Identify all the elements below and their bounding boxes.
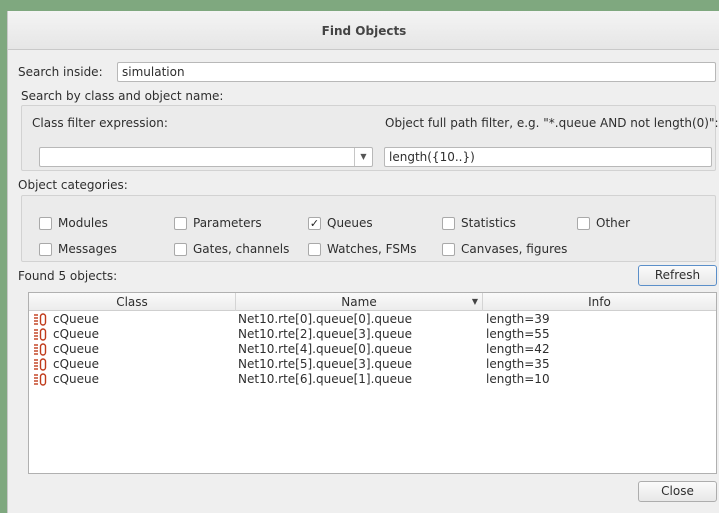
cell-class: cQueue xyxy=(53,357,100,371)
table-row[interactable]: cQueue Net10.rte[2].queue[3].queue lengt… xyxy=(29,327,716,342)
checkbox-gates-channels[interactable]: Gates, channels xyxy=(174,242,289,256)
search-inside-input[interactable]: simulation xyxy=(117,62,716,82)
checkbox-box[interactable] xyxy=(174,242,187,256)
class-filter-value[interactable] xyxy=(40,148,352,166)
cell-info: length=55 xyxy=(486,327,550,341)
search-by-label: Search by class and object name: xyxy=(21,89,224,103)
cell-info: length=35 xyxy=(486,357,550,371)
queue-icon xyxy=(34,373,47,386)
checkbox-label: Parameters xyxy=(193,216,262,230)
class-filter-combo[interactable]: ▼ xyxy=(39,147,373,167)
path-filter-label: Object full path filter, e.g. "*.queue A… xyxy=(385,116,719,130)
cell-name: Net10.rte[4].queue[0].queue xyxy=(238,342,412,356)
cell-name: Net10.rte[5].queue[3].queue xyxy=(238,357,412,371)
path-filter-input[interactable]: length({10..}) xyxy=(384,147,712,167)
filter-group: Class filter expression: ▼ Object full p… xyxy=(21,105,719,171)
search-inside-label: Search inside: xyxy=(18,65,103,79)
checkbox-canvases-figures[interactable]: Canvases, figures xyxy=(442,242,567,256)
checkbox-label: Watches, FSMs xyxy=(327,242,417,256)
checkbox-label: Gates, channels xyxy=(193,242,290,256)
column-header-name[interactable]: Name ▼ xyxy=(236,293,483,311)
checkbox-box[interactable] xyxy=(174,216,187,230)
checkbox-label: Queues xyxy=(327,216,373,230)
refresh-button[interactable]: Refresh xyxy=(638,265,717,286)
cell-class: cQueue xyxy=(53,372,100,386)
checkbox-modules[interactable]: Modules xyxy=(39,216,108,230)
categories-group: Modules Parameters ✓ Queues Statistics Ot… xyxy=(21,195,716,262)
found-count-label: Found 5 objects: xyxy=(18,269,118,283)
chevron-down-icon[interactable]: ▼ xyxy=(354,148,372,166)
cell-name: Net10.rte[6].queue[1].queue xyxy=(238,372,412,386)
column-header-info-label: Info xyxy=(588,295,611,309)
cell-name: Net10.rte[0].queue[0].queue xyxy=(238,312,412,326)
cell-class: cQueue xyxy=(53,327,100,341)
results-table: Class Name ▼ Info cQueue Net10.rte[0].que… xyxy=(28,292,717,474)
cell-info: length=39 xyxy=(486,312,550,326)
sort-descending-icon: ▼ xyxy=(471,297,478,306)
table-header: Class Name ▼ Info xyxy=(29,293,716,311)
dialog-title: Find Objects xyxy=(8,11,719,50)
checkbox-watches-fsms[interactable]: Watches, FSMs xyxy=(308,242,417,256)
checkbox-box[interactable] xyxy=(39,216,52,230)
checkbox-label: Modules xyxy=(58,216,108,230)
checkbox-box[interactable] xyxy=(39,242,52,256)
checkbox-box[interactable] xyxy=(442,216,455,230)
checkbox-label: Messages xyxy=(58,242,117,256)
queue-icon xyxy=(34,313,47,326)
class-filter-label: Class filter expression: xyxy=(32,116,168,130)
checkbox-label: Canvases, figures xyxy=(461,242,568,256)
column-header-class[interactable]: Class xyxy=(29,293,236,311)
checkbox-label: Other xyxy=(596,216,631,230)
checkbox-parameters[interactable]: Parameters xyxy=(174,216,262,230)
find-objects-dialog: Find Objects Search inside: simulation S… xyxy=(7,11,719,513)
column-header-class-label: Class xyxy=(116,295,148,309)
cell-info: length=10 xyxy=(486,372,550,386)
queue-icon xyxy=(34,343,47,356)
cell-class: cQueue xyxy=(53,312,100,326)
table-row[interactable]: cQueue Net10.rte[4].queue[0].queue lengt… xyxy=(29,342,716,357)
cell-info: length=42 xyxy=(486,342,550,356)
close-button[interactable]: Close xyxy=(638,481,717,502)
table-row[interactable]: cQueue Net10.rte[5].queue[3].queue lengt… xyxy=(29,357,716,372)
queue-icon xyxy=(34,358,47,371)
checkbox-box[interactable] xyxy=(308,242,321,256)
checkbox-messages[interactable]: Messages xyxy=(39,242,117,256)
queue-icon xyxy=(34,328,47,341)
checkbox-box[interactable] xyxy=(577,216,590,230)
column-header-info[interactable]: Info xyxy=(483,293,716,311)
check-icon[interactable]: ✓ xyxy=(308,216,321,230)
table-row[interactable]: cQueue Net10.rte[0].queue[0].queue lengt… xyxy=(29,312,716,327)
cell-class: cQueue xyxy=(53,342,100,356)
column-header-name-label: Name xyxy=(341,295,377,309)
cell-name: Net10.rte[2].queue[3].queue xyxy=(238,327,412,341)
checkbox-label: Statistics xyxy=(461,216,516,230)
checkbox-queues[interactable]: ✓ Queues xyxy=(308,216,373,230)
categories-label: Object categories: xyxy=(18,178,128,192)
table-row[interactable]: cQueue Net10.rte[6].queue[1].queue lengt… xyxy=(29,372,716,387)
checkbox-statistics[interactable]: Statistics xyxy=(442,216,516,230)
checkbox-box[interactable] xyxy=(442,242,455,256)
checkbox-other[interactable]: Other xyxy=(577,216,630,230)
